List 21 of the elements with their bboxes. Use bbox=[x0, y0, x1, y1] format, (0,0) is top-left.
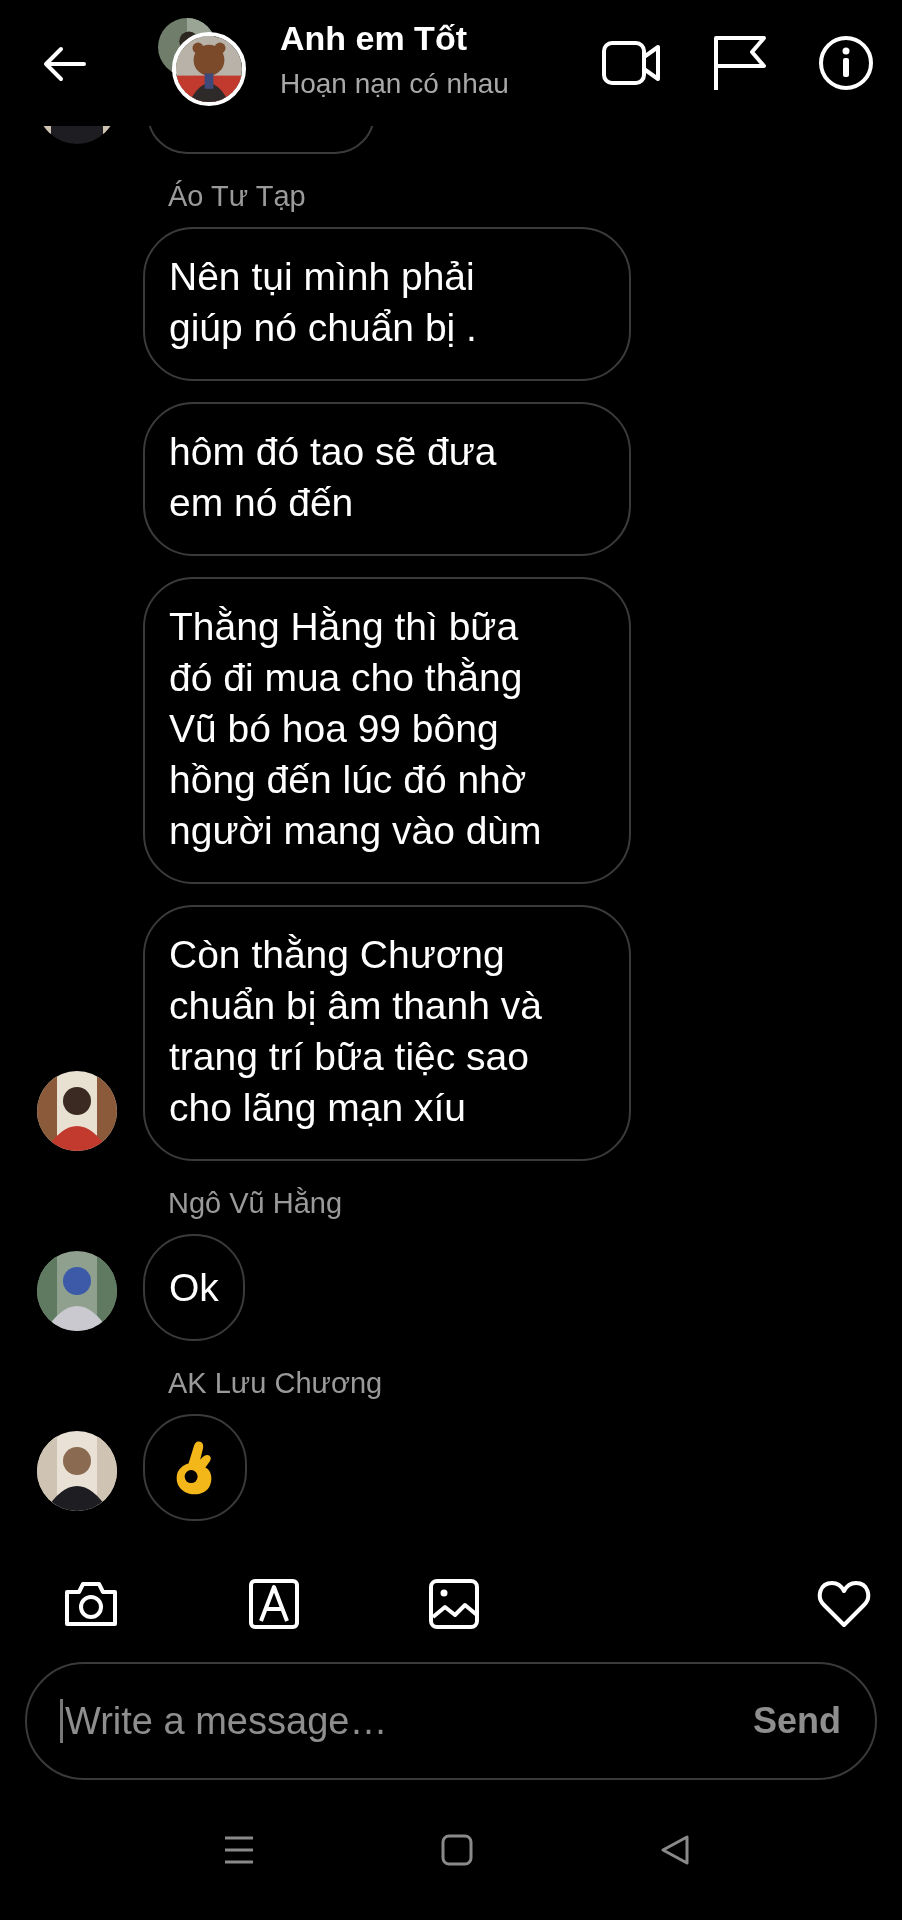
message-bubble: Còn thằng Chương chuẩn bị âm thanh và trang trí bữa tiệc sao cho lãng mạn xíu bbox=[143, 905, 631, 1161]
chat-title: Anh em Tốt bbox=[280, 18, 468, 58]
message-bubble: Ok bbox=[143, 1234, 245, 1341]
sender-name: AK Lưu Chương bbox=[168, 1367, 384, 1400]
camera-icon[interactable] bbox=[63, 1580, 119, 1628]
message-bubble: Nên tụi mình phải giúp nó chuẩn bị . bbox=[143, 227, 631, 381]
message-bubble: hôm đó tao sẽ đưa em nó đến bbox=[143, 402, 631, 556]
text-style-icon[interactable] bbox=[249, 1579, 299, 1629]
message-bubble: Thằng Hằng thì bữa đó đi mua cho thằng Vũ bó hoa 99 bông hồng đến lúc đó nhờ người mang vào dùm bbox=[143, 577, 631, 884]
info-icon[interactable] bbox=[818, 35, 874, 91]
message-input-field[interactable]: Write a message… Send bbox=[25, 1662, 877, 1780]
send-button[interactable]: Send bbox=[753, 1700, 841, 1742]
image-icon[interactable] bbox=[429, 1579, 479, 1629]
menu-icon[interactable] bbox=[223, 1835, 255, 1865]
chat-subtitle: Hoạn nạn có nhau bbox=[280, 67, 510, 100]
sender-name: Ngô Vũ Hằng bbox=[168, 1187, 344, 1220]
back-arrow-icon[interactable] bbox=[42, 46, 86, 82]
home-square-icon[interactable] bbox=[441, 1834, 473, 1866]
sender-name: Áo Tư Tạp bbox=[168, 180, 307, 213]
heart-icon[interactable] bbox=[816, 1579, 872, 1629]
back-triangle-icon[interactable] bbox=[659, 1834, 691, 1866]
